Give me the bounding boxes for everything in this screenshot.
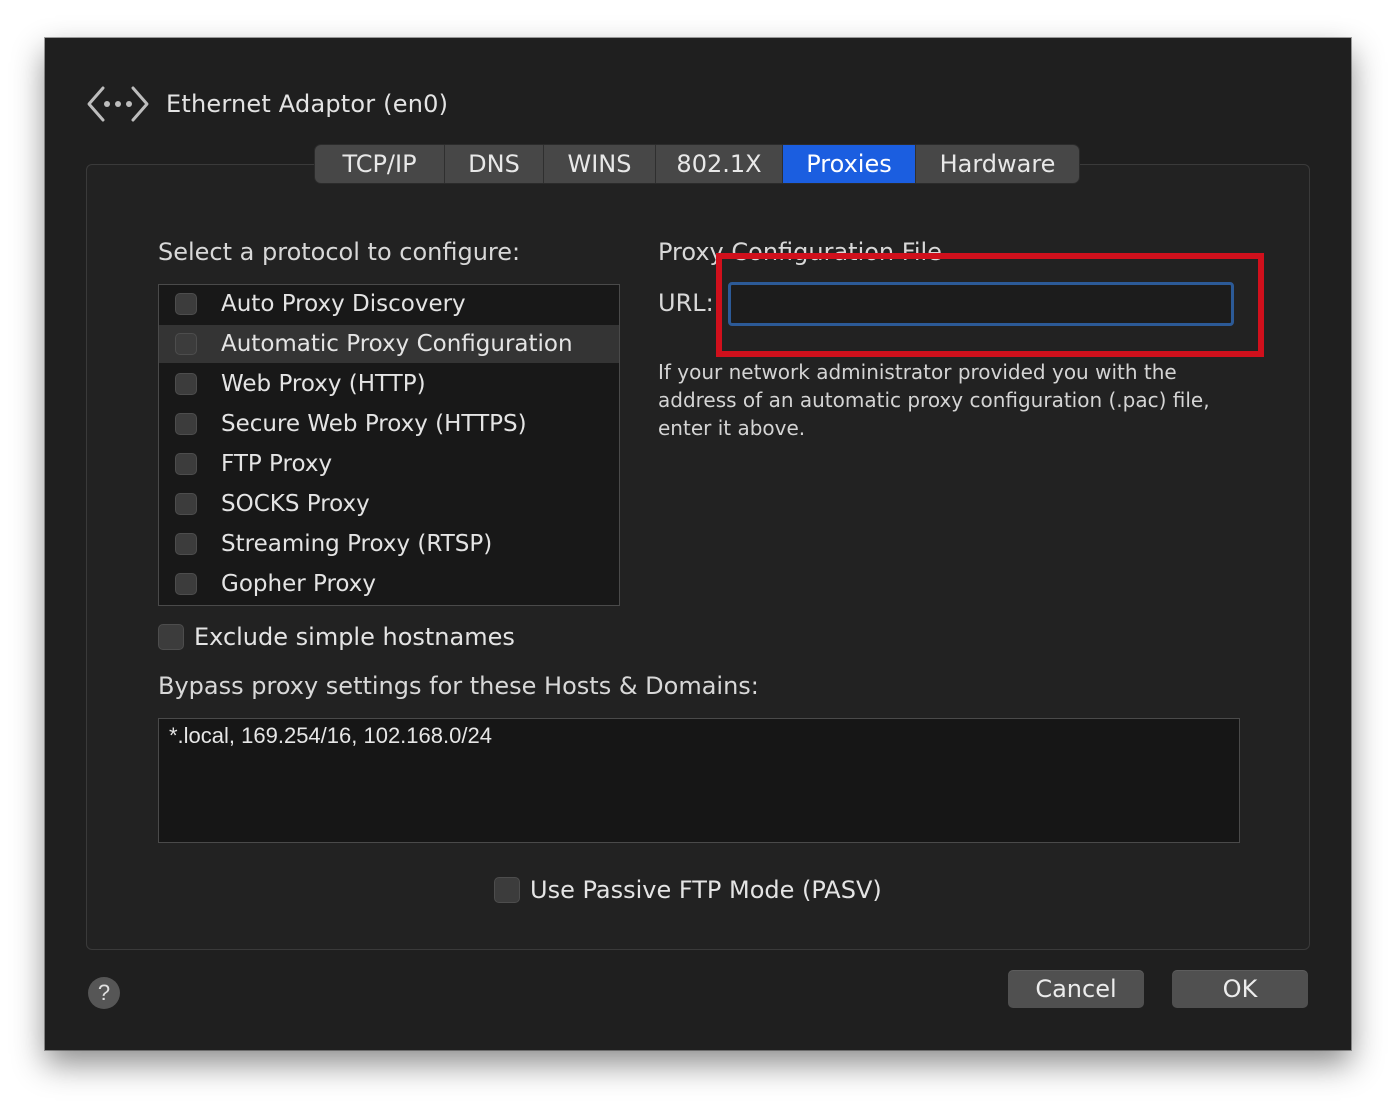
network-settings-window: Ethernet Adaptor (en0) TCP/IP DNS WINS 8… bbox=[45, 38, 1351, 1050]
protocol-heading: Select a protocol to configure: bbox=[158, 238, 521, 266]
protocol-item-automatic-proxy-configuration[interactable]: Automatic Proxy Configuration bbox=[159, 325, 619, 363]
passive-ftp-checkbox[interactable] bbox=[494, 877, 520, 903]
protocol-label: Web Proxy (HTTP) bbox=[221, 371, 426, 397]
protocol-label: Auto Proxy Discovery bbox=[221, 291, 466, 317]
network-arrows-icon bbox=[87, 86, 149, 122]
ok-button[interactable]: OK bbox=[1172, 970, 1308, 1008]
tab-bar: TCP/IP DNS WINS 802.1X Proxies Hardware bbox=[315, 145, 1079, 183]
exclude-simple-hostnames-label: Exclude simple hostnames bbox=[194, 623, 515, 651]
protocol-checkbox[interactable] bbox=[175, 293, 197, 315]
tab-wins[interactable]: WINS bbox=[544, 145, 656, 183]
protocol-label: SOCKS Proxy bbox=[221, 491, 370, 517]
cancel-button[interactable]: Cancel bbox=[1008, 970, 1144, 1008]
proxy-config-heading: Proxy Configuration File bbox=[658, 238, 942, 266]
protocol-label: Secure Web Proxy (HTTPS) bbox=[221, 411, 527, 437]
protocol-label: Gopher Proxy bbox=[221, 571, 376, 597]
protocol-label: Streaming Proxy (RTSP) bbox=[221, 531, 493, 557]
protocol-item-secure-web-proxy-https[interactable]: Secure Web Proxy (HTTPS) bbox=[159, 405, 619, 443]
passive-ftp-option[interactable]: Use Passive FTP Mode (PASV) bbox=[494, 876, 882, 904]
protocol-item-streaming-proxy-rtsp[interactable]: Streaming Proxy (RTSP) bbox=[159, 525, 619, 563]
help-button[interactable]: ? bbox=[88, 977, 120, 1009]
window-header: Ethernet Adaptor (en0) bbox=[87, 82, 448, 126]
protocol-label: FTP Proxy bbox=[221, 451, 333, 477]
pac-help-text: If your network administrator provided y… bbox=[658, 360, 1210, 440]
protocol-item-gopher-proxy[interactable]: Gopher Proxy bbox=[159, 565, 619, 603]
protocol-checkbox[interactable] bbox=[175, 413, 197, 435]
tab-802-1x[interactable]: 802.1X bbox=[656, 145, 783, 183]
protocol-item-web-proxy-http[interactable]: Web Proxy (HTTP) bbox=[159, 365, 619, 403]
protocol-list[interactable]: Auto Proxy Discovery Automatic Proxy Con… bbox=[158, 284, 620, 606]
protocol-checkbox[interactable] bbox=[175, 333, 197, 355]
tab-tcp-ip[interactable]: TCP/IP bbox=[315, 145, 445, 183]
passive-ftp-label: Use Passive FTP Mode (PASV) bbox=[530, 876, 882, 904]
protocol-checkbox[interactable] bbox=[175, 533, 197, 555]
protocol-checkbox[interactable] bbox=[175, 373, 197, 395]
protocol-item-socks-proxy[interactable]: SOCKS Proxy bbox=[159, 485, 619, 523]
protocol-label: Automatic Proxy Configuration bbox=[221, 331, 573, 357]
tab-dns[interactable]: DNS bbox=[445, 145, 544, 183]
protocol-item-auto-proxy-discovery[interactable]: Auto Proxy Discovery bbox=[159, 285, 619, 323]
protocol-checkbox[interactable] bbox=[175, 573, 197, 595]
protocol-checkbox[interactable] bbox=[175, 493, 197, 515]
url-label: URL: bbox=[658, 289, 714, 317]
window-title: Ethernet Adaptor (en0) bbox=[166, 90, 449, 118]
exclude-simple-hostnames-option[interactable]: Exclude simple hostnames bbox=[158, 623, 515, 651]
tab-proxies[interactable]: Proxies bbox=[783, 145, 916, 183]
bypass-label: Bypass proxy settings for these Hosts & … bbox=[158, 672, 759, 700]
tab-hardware[interactable]: Hardware bbox=[916, 145, 1079, 183]
bypass-hosts-field[interactable]: *.local, 169.254/16, 102.168.0/24 bbox=[158, 718, 1240, 843]
exclude-simple-hostnames-checkbox[interactable] bbox=[158, 624, 184, 650]
url-input[interactable] bbox=[728, 282, 1234, 326]
protocol-item-ftp-proxy[interactable]: FTP Proxy bbox=[159, 445, 619, 483]
protocol-checkbox[interactable] bbox=[175, 453, 197, 475]
